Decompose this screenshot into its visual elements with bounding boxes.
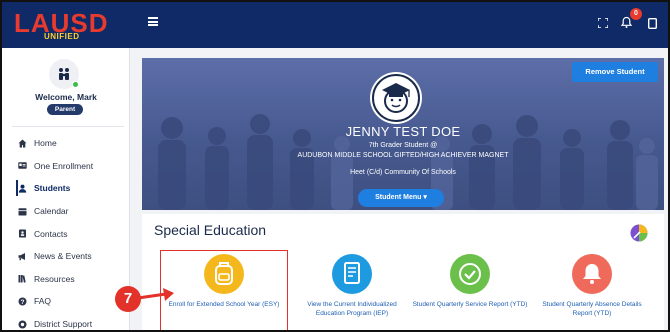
menu-toggle-icon[interactable]	[148, 17, 158, 26]
window-icon[interactable]	[647, 17, 657, 32]
welcome-text: Welcome, Mark	[35, 92, 97, 102]
sidebar-nav: Home One Enrollment Students Calendar Co…	[2, 132, 130, 330]
megaphone-icon	[18, 252, 27, 261]
sidebar-item-label: Calendar	[34, 206, 69, 217]
sidebar-item-one-enrollment[interactable]: One Enrollment	[2, 155, 130, 178]
role-badge: Parent	[47, 104, 83, 115]
logo-subtext: UNIFIED	[44, 32, 80, 41]
student-school: AUDUBON MIDDLE SCHOOL GIFTED/HIGH ACHIEV…	[297, 152, 509, 159]
books-icon	[18, 274, 27, 283]
sidebar-item-label: News & Events	[34, 251, 92, 262]
fullscreen-icon[interactable]	[597, 17, 609, 31]
document-icon	[332, 254, 372, 294]
calendar-icon	[18, 207, 27, 216]
parent-avatar[interactable]	[49, 59, 79, 89]
home-icon	[18, 139, 27, 148]
sidebar-item-news-events[interactable]: News & Events	[2, 245, 130, 268]
sidebar-item-resources[interactable]: Resources	[2, 268, 130, 291]
contacts-icon	[18, 229, 27, 238]
sidebar-item-students[interactable]: Students	[2, 177, 130, 200]
sidebar-item-label: Students	[34, 183, 71, 194]
student-avatar-icon	[370, 72, 422, 124]
sidebar-item-home[interactable]: Home	[2, 132, 130, 155]
tile-absence-report[interactable]: Student Quarterly Absence Details Report…	[532, 252, 652, 330]
student-name: JENNY TEST DOE	[345, 124, 461, 139]
top-bar: LAUSD UNIFIED 0	[2, 2, 668, 48]
support-icon	[18, 320, 27, 329]
sidebar-item-calendar[interactable]: Calendar	[2, 200, 130, 223]
user-icon	[18, 184, 27, 193]
check-badge-icon	[450, 254, 490, 294]
sidebar-item-label: Resources	[34, 273, 75, 284]
tile-view-iep[interactable]: View the Current Individualized Educatio…	[292, 252, 412, 330]
tile-label: View the Current Individualized Educatio…	[307, 301, 397, 317]
sidebar-item-district-support[interactable]: District Support	[2, 313, 130, 330]
pointer-arrow-icon	[137, 288, 174, 301]
app-window: LAUSD UNIFIED 0 Welcome, Mark Parent Hom…	[0, 0, 670, 332]
tile-service-report[interactable]: Student Quarterly Service Report (YTD)	[410, 252, 530, 330]
remove-student-button[interactable]: Remove Student	[572, 62, 658, 82]
id-card-icon	[18, 161, 27, 170]
sidebar-item-contacts[interactable]: Contacts	[2, 222, 130, 245]
sidebar-item-label: FAQ	[34, 296, 52, 307]
online-status-dot	[72, 81, 79, 88]
question-icon: ?	[18, 297, 27, 306]
tile-label: Student Quarterly Service Report (YTD)	[412, 301, 528, 308]
tile-label: Student Quarterly Absence Details Report…	[542, 301, 642, 317]
student-menu-button[interactable]: Student Menu ▾	[358, 189, 444, 207]
student-banner: Remove Student JENNY TEST DOE 7th Grader…	[142, 58, 664, 210]
section-title: Special Education	[154, 222, 267, 238]
family-icon	[59, 68, 69, 80]
lausd-logo[interactable]: LAUSD UNIFIED	[14, 6, 134, 44]
sidebar-divider	[12, 126, 124, 127]
notification-count-badge: 0	[630, 8, 642, 20]
sidebar-item-label: Home	[34, 138, 57, 149]
sidebar-item-faq[interactable]: ? FAQ	[2, 290, 130, 313]
student-grade: 7th Grader Student @	[368, 142, 438, 149]
bell-icon	[572, 254, 612, 294]
sidebar-item-label: One Enrollment	[34, 160, 94, 171]
sidebar-item-label: Contacts	[34, 228, 68, 239]
svg-text:?: ?	[21, 299, 25, 306]
highlight-box	[160, 250, 288, 330]
sidebar: Welcome, Mark Parent Home One Enrollment…	[2, 48, 130, 330]
sidebar-item-label: District Support	[34, 319, 93, 330]
pie-chart-icon[interactable]	[630, 224, 648, 242]
community-of-schools: Heet (C/d) Community Of Schools	[350, 169, 456, 176]
